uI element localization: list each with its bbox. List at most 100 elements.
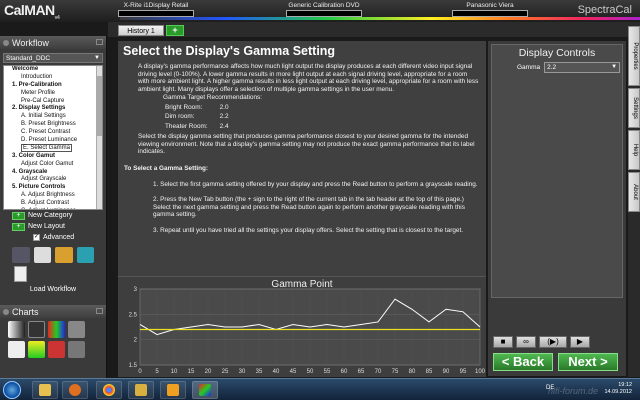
start-button[interactable]: [3, 381, 21, 399]
clock[interactable]: 19:12 14.09.2012: [604, 382, 632, 396]
stop-button[interactable]: ■: [493, 336, 513, 348]
gamma-control: Gamma 2.2 ▼: [492, 62, 622, 73]
x-tick-label: 55: [324, 369, 331, 375]
tab-help[interactable]: Help: [628, 130, 640, 170]
right-panel: Display Controls Gamma 2.2 ▼: [488, 41, 626, 376]
gamma-targets: Gamma Target Recommendations: Bright Roo…: [138, 94, 480, 132]
step-3: 3. Repeat until you have tried all the s…: [153, 226, 464, 234]
new-tab-button[interactable]: +: [166, 25, 184, 36]
plus-icon: +: [12, 222, 25, 231]
back-button[interactable]: < Back: [493, 353, 553, 371]
workflow-item[interactable]: C. Adjust Luminance: [4, 208, 102, 209]
media-player-taskbar-icon[interactable]: [160, 381, 186, 399]
workflow-header[interactable]: Workflow: [0, 36, 106, 49]
title-bar: CalMANv4 X-Rite i1Display Retail Generic…: [0, 0, 640, 22]
workflow-item[interactable]: B. Preset Brightness: [4, 121, 102, 129]
workflow-scrollbar[interactable]: [96, 66, 102, 209]
workflow-item[interactable]: A. Adjust Brightness: [4, 192, 102, 200]
x-tick-label: 40: [273, 369, 280, 375]
charts-header[interactable]: Charts: [0, 305, 106, 318]
read-series-button[interactable]: ▶: [570, 336, 590, 348]
workflow-item[interactable]: 2. Display Settings: [4, 105, 102, 113]
workflow-item[interactable]: Pre-Cal Capture: [4, 98, 102, 106]
step-2: 2. Press the New Tab button (the + sign …: [153, 196, 465, 219]
x-tick-label: 15: [188, 369, 195, 375]
x-tick-label: 70: [375, 369, 382, 375]
workflow-item[interactable]: C. Preset Contrast: [4, 129, 102, 137]
export-icon[interactable]: [76, 247, 94, 263]
workflow-item[interactable]: E. Select Gamma: [4, 143, 102, 153]
workflow-item[interactable]: 4. Grayscale: [4, 169, 102, 177]
workflow-item[interactable]: B. Adjust Contrast: [4, 200, 102, 208]
y-tick-label: 2: [134, 338, 138, 344]
grayscale-chart-icon[interactable]: [8, 321, 25, 338]
workflow-item[interactable]: 5. Picture Controls: [4, 184, 102, 192]
meter-device[interactable]: X-Rite i1Display Retail: [118, 2, 194, 17]
y-tick-label: 1.5: [129, 363, 138, 369]
advanced-checkbox[interactable]: ✓ Advanced: [0, 232, 106, 243]
workflow-item[interactable]: 3. Color Gamut: [4, 153, 102, 161]
x-tick-label: 25: [222, 369, 229, 375]
x-tick-label: 35: [256, 369, 263, 375]
rainbow-strip: [120, 17, 640, 20]
workflow-item[interactable]: Welcome: [4, 66, 102, 74]
x-tick-label: 65: [358, 369, 365, 375]
data-grid-icon[interactable]: [68, 341, 85, 358]
content-area: Select the Display's Gamma Setting A dis…: [118, 41, 486, 276]
source-device[interactable]: Generic Calibration DVD: [286, 2, 362, 17]
tab-properties[interactable]: Properties: [628, 26, 640, 86]
gamma-select[interactable]: 2.2 ▼: [544, 62, 621, 73]
calman-taskbar-icon[interactable]: [192, 381, 218, 399]
read-button[interactable]: (▶): [539, 336, 567, 348]
luminance-chart-icon[interactable]: [68, 321, 85, 338]
tab-history-1[interactable]: History 1: [118, 25, 164, 36]
chevron-down-icon: ▼: [94, 55, 100, 61]
watermark: hifi-forum.de: [548, 386, 599, 396]
gamma-chart-svg: Gamma Point1.522.530 5 10 15 20 25 30 35 40 45 50 5…: [129, 279, 486, 375]
firefox-taskbar-icon[interactable]: [62, 381, 88, 399]
workflow-item[interactable]: 1. Pre-Calibration: [4, 82, 102, 90]
continuous-button[interactable]: ∞: [516, 336, 536, 348]
folder-taskbar-icon[interactable]: [128, 381, 154, 399]
display-device[interactable]: Panasonic Viera: [452, 2, 528, 17]
measure-controls: ■ ∞ (▶) ▶: [493, 336, 590, 348]
workflow-item[interactable]: Adjust Color Gamut: [4, 161, 102, 169]
x-tick-label: 90: [443, 369, 450, 375]
rgb-balance-chart-icon[interactable]: [48, 321, 65, 338]
new-layout-button[interactable]: + New Layout: [0, 221, 106, 232]
color-chart-icon[interactable]: [48, 341, 65, 358]
x-tick-label: 80: [409, 369, 416, 375]
save-icon[interactable]: [33, 247, 51, 263]
workflow-item[interactable]: Introduction: [4, 74, 102, 82]
workflow-item[interactable]: Adjust Grayscale: [4, 176, 102, 184]
document-icon[interactable]: [14, 266, 27, 282]
y-tick-label: 3: [134, 287, 138, 293]
plus-icon: +: [12, 211, 25, 220]
pin-icon[interactable]: [96, 308, 103, 314]
check-icon: ✓: [33, 234, 40, 241]
cie-chart-icon[interactable]: [28, 341, 45, 358]
workflow-tree[interactable]: Welcome Introduction 1. Pre-Calibration Met…: [3, 65, 103, 210]
workflow-select[interactable]: Standard_DDC ▼: [3, 53, 103, 63]
open-folder-icon[interactable]: [55, 247, 73, 263]
pin-icon[interactable]: [96, 39, 103, 45]
select-paragraph: Select the display gamma setting that pr…: [138, 133, 475, 156]
chrome-taskbar-icon[interactable]: [96, 381, 122, 399]
delta-e-chart-icon[interactable]: [28, 321, 45, 338]
left-panel: Workflow Standard_DDC ▼ Welcome Introducti…: [0, 36, 107, 394]
gamma-chart-icon[interactable]: [8, 341, 25, 358]
y-tick-label: 2.5: [129, 312, 138, 318]
targets-title: Gamma Target Recommendations:: [163, 94, 262, 102]
print-icon[interactable]: [12, 247, 30, 263]
explorer-taskbar-icon[interactable]: [32, 381, 58, 399]
taskbar: DE 19:12 14.09.2012: [0, 378, 640, 400]
load-workflow-button[interactable]: Load Workflow: [0, 286, 106, 293]
workflow-item[interactable]: A. Initial Settings: [4, 113, 102, 121]
next-button[interactable]: Next >: [558, 353, 618, 371]
display-controls-panel: Display Controls Gamma 2.2 ▼: [491, 44, 623, 298]
intro-paragraph: A display's gamma performance affects ho…: [138, 63, 479, 93]
tab-about[interactable]: About: [628, 172, 640, 212]
new-category-button[interactable]: + New Category: [0, 210, 106, 221]
workflow-item[interactable]: Meter Profile: [4, 90, 102, 98]
tab-settings[interactable]: Settings: [628, 88, 640, 128]
